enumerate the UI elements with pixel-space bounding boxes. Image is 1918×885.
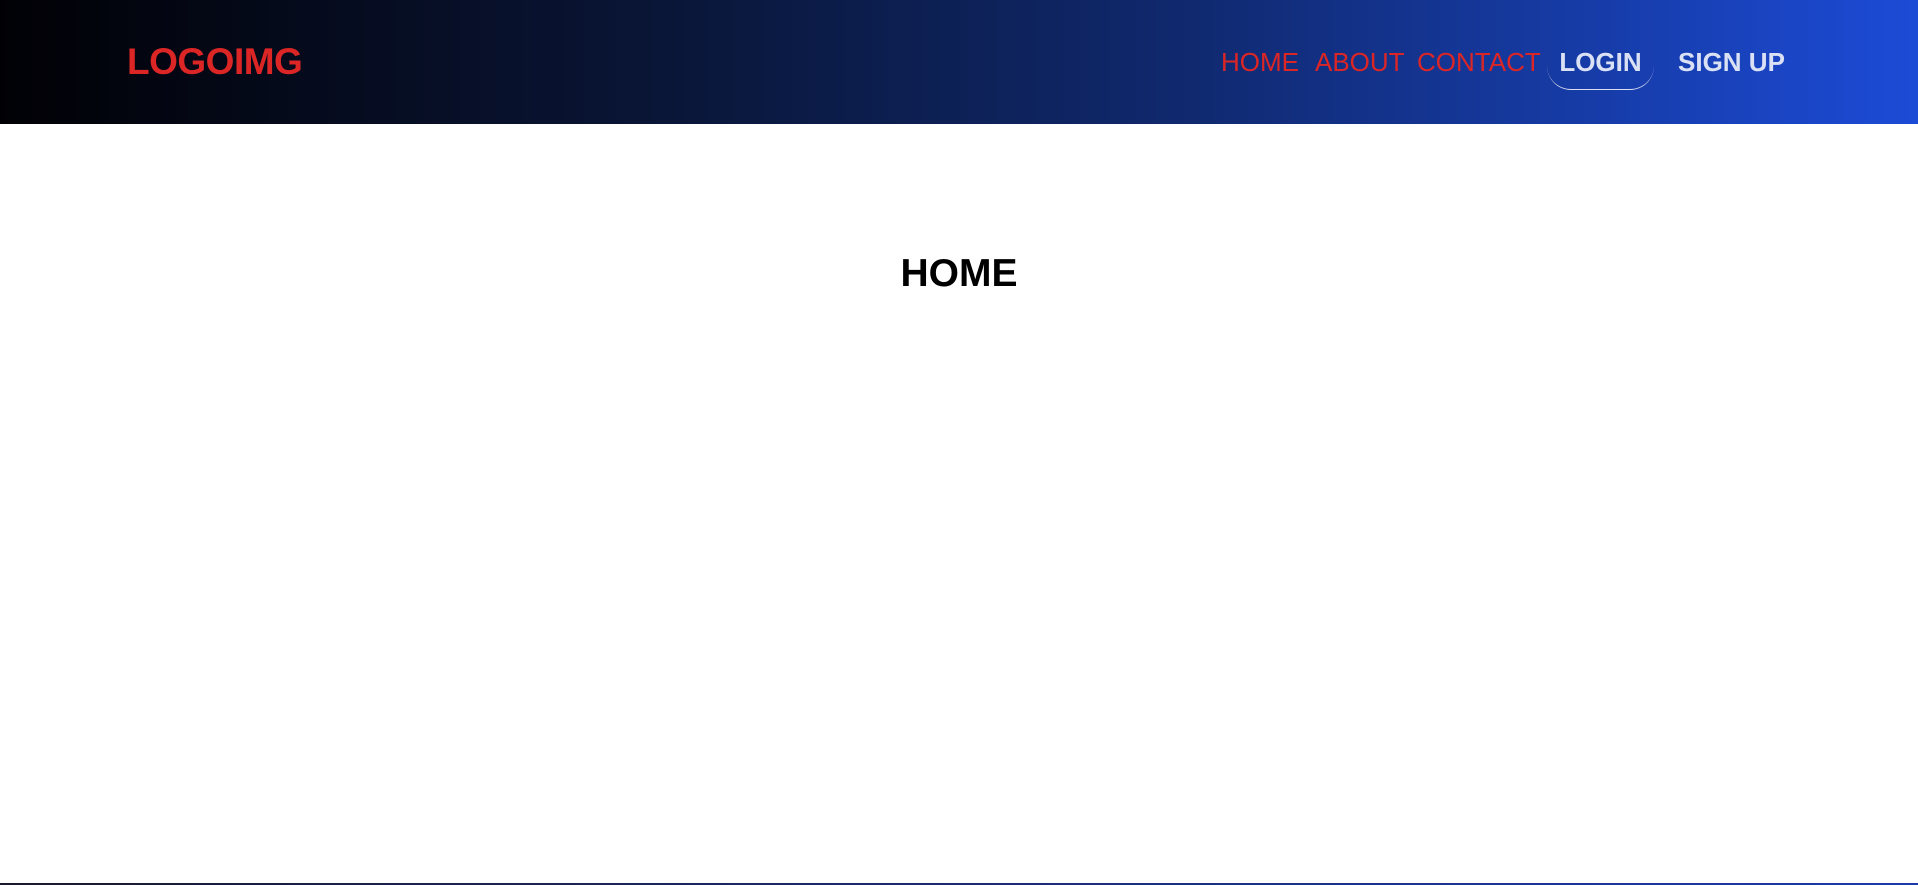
nav-link-home[interactable]: HOME: [1221, 44, 1299, 80]
nav-link-contact[interactable]: CONTACT: [1417, 44, 1541, 80]
nav-link-about[interactable]: ABOUT: [1315, 44, 1405, 80]
nav-links: HOME ABOUT CONTACT LOGIN SIGN UP: [0, 0, 1918, 124]
login-button-label: LOGIN: [1559, 47, 1642, 77]
page-title: HOME: [900, 252, 1018, 295]
top-navbar: LOGOIMG HOME ABOUT CONTACT LOGIN SIGN UP: [0, 0, 1918, 124]
login-button[interactable]: LOGIN: [1547, 40, 1654, 90]
signup-button[interactable]: SIGN UP: [1678, 44, 1785, 80]
